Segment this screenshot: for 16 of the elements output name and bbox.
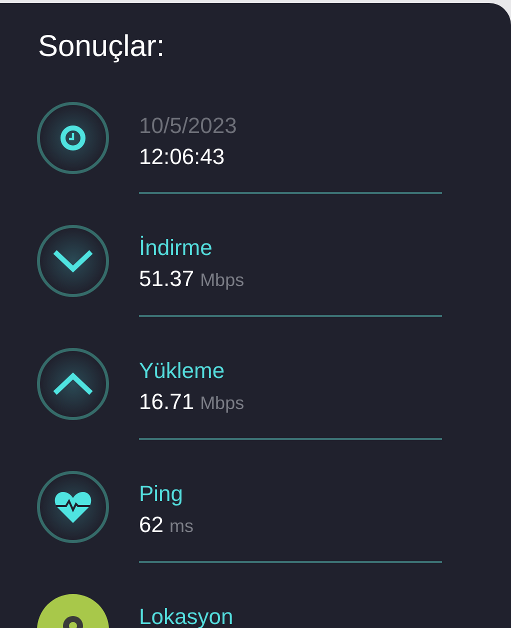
unit-label: ms <box>169 516 194 536</box>
date-text: 10/5/2023 <box>139 112 237 138</box>
metric-value: 51.37 <box>139 266 194 291</box>
metric-value: 62 <box>139 512 164 537</box>
unit-label: Mbps <box>200 393 244 413</box>
heartbeat-icon <box>54 490 92 524</box>
metric-label: Ping <box>139 481 184 506</box>
clock-icon <box>60 125 86 151</box>
metric-label: Yükleme <box>139 358 225 383</box>
unit-label: Mbps <box>200 270 244 290</box>
metric-label: İndirme <box>139 235 212 260</box>
chevron-up-icon <box>52 372 94 396</box>
chevron-down-icon <box>52 249 94 273</box>
time-text: 12:06:43 <box>139 144 225 168</box>
metric-value: 16.71 <box>139 389 194 414</box>
results-title: Sonuçlar: <box>37 29 166 65</box>
